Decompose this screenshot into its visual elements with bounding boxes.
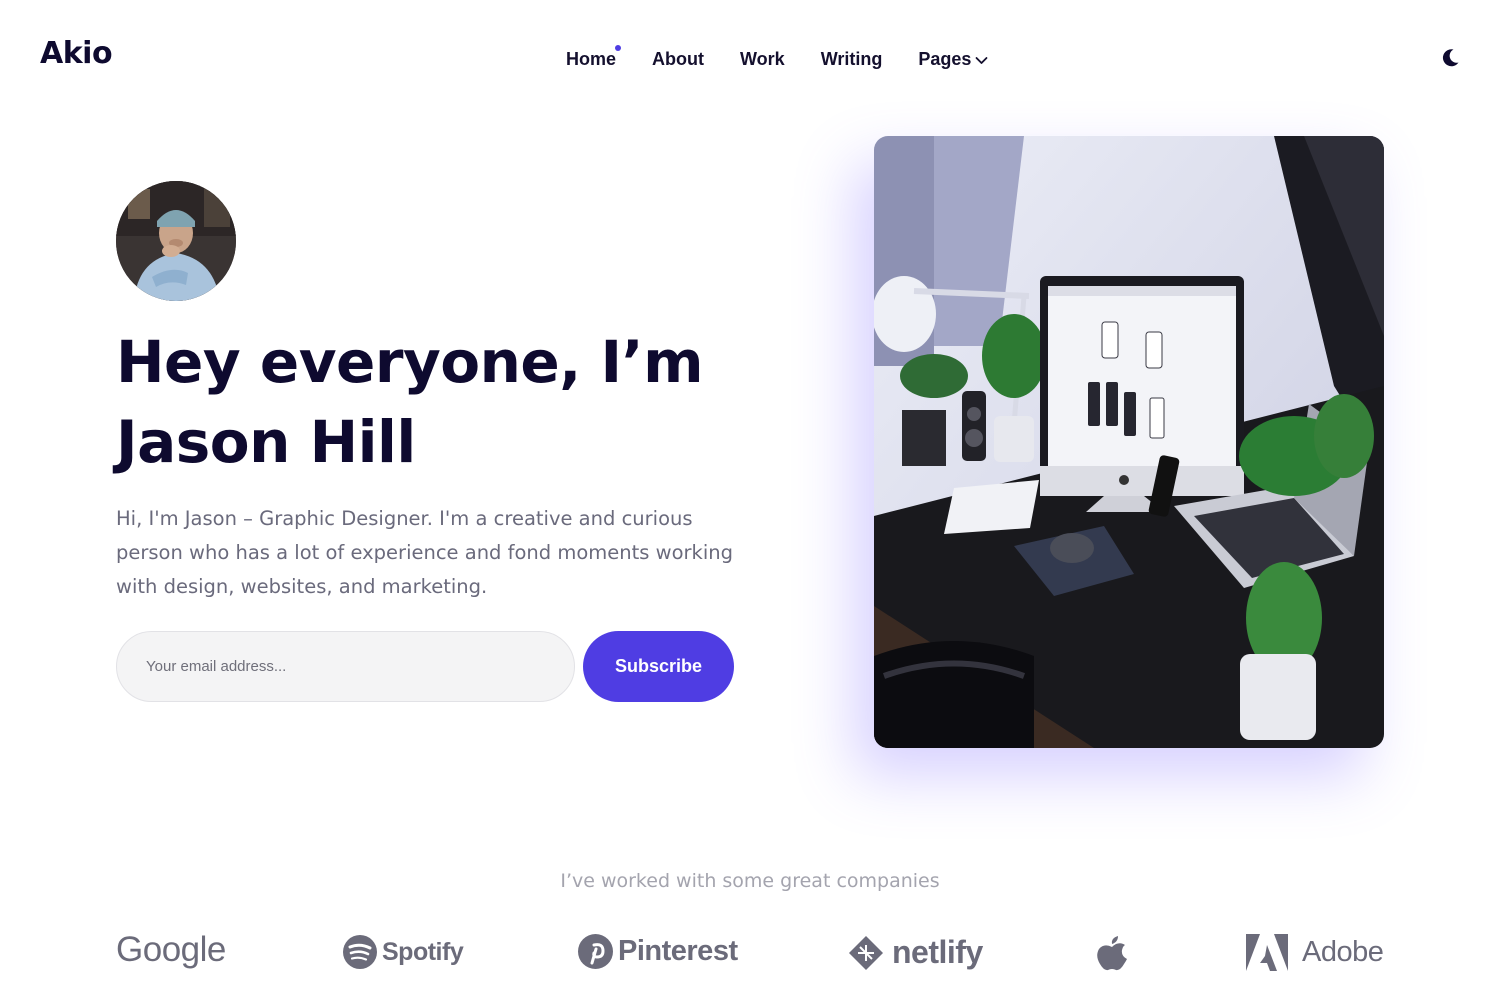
adobe-logo: Adobe [1246,934,1384,971]
site-logo[interactable]: Akio [40,36,113,71]
pinterest-icon [578,934,613,969]
spotify-logo: Spotify [342,934,464,970]
nav-item-work[interactable]: Work [740,49,785,70]
subscribe-button[interactable]: Subscribe [583,631,734,702]
google-logo: Google [116,930,226,970]
main-nav: Home About Work Writing Pages [566,44,988,72]
nav-item-home-label: Home [566,48,617,69]
moon-icon[interactable] [1438,46,1462,70]
email-input[interactable] [116,631,575,702]
desk-setup-photo [874,136,1384,748]
avatar [116,181,236,301]
hero-title-line2: Jason Hill [116,408,416,476]
hero-title: Hey everyone, I’m Jason Hill [116,322,776,482]
pinterest-logo: Pinterest [577,933,738,970]
hero-description: Hi, I'm Jason – Graphic Designer. I'm a … [116,507,733,598]
spotify-logo-text: Spotify [382,937,464,966]
active-indicator-dot [615,44,622,51]
nav-item-work-label: Work [740,48,785,69]
nav-item-writing[interactable]: Writing [821,49,883,70]
nav-item-writing-label: Writing [820,48,883,69]
pinterest-logo-text: Pinterest [618,935,738,967]
chevron-down-icon [975,49,988,70]
apple-logo [1096,934,1128,972]
netlify-logo: netlify [848,934,983,971]
nav-item-about-label: About [652,48,704,69]
nav-item-pages-label: Pages [918,48,972,69]
google-logo-text: Google [116,930,226,969]
companies-heading: I’ve worked with some great companies [560,870,940,892]
adobe-icon [1246,934,1288,971]
nav-item-home[interactable]: Home [566,44,622,70]
netlify-icon [849,935,883,970]
netlify-logo-text: netlify [892,934,983,970]
spotify-icon [343,935,377,969]
hero-title-line1: Hey everyone, I’m [116,328,704,396]
adobe-logo-text: Adobe [1302,936,1384,968]
apple-icon [1097,936,1127,971]
nav-item-about[interactable]: About [652,49,704,70]
nav-item-pages[interactable]: Pages [918,49,988,70]
